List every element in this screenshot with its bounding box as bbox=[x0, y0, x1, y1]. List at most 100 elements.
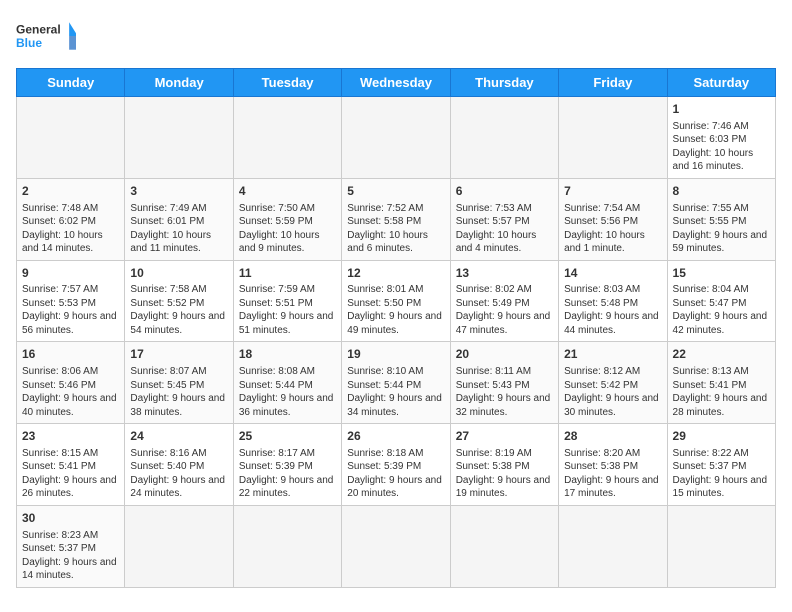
calendar-cell bbox=[233, 505, 341, 587]
calendar-cell: 12Sunrise: 8:01 AM Sunset: 5:50 PM Dayli… bbox=[342, 260, 450, 342]
day-number: 28 bbox=[564, 428, 661, 445]
calendar-week-row: 9Sunrise: 7:57 AM Sunset: 5:53 PM Daylig… bbox=[17, 260, 776, 342]
day-info: Sunrise: 7:49 AM Sunset: 6:01 PM Dayligh… bbox=[130, 202, 227, 256]
calendar-cell bbox=[17, 97, 125, 179]
day-header-wednesday: Wednesday bbox=[342, 69, 450, 97]
logo-svg: General Blue bbox=[16, 16, 76, 56]
calendar-cell: 1Sunrise: 7:46 AM Sunset: 6:03 PM Daylig… bbox=[667, 97, 775, 179]
day-info: Sunrise: 7:54 AM Sunset: 5:56 PM Dayligh… bbox=[564, 202, 661, 256]
calendar-cell: 28 Sunrise: 8:20 AM Sunset: 5:38 PM Dayli… bbox=[559, 424, 667, 506]
day-number: 27 bbox=[456, 428, 553, 445]
calendar-week-row: 1Sunrise: 7:46 AM Sunset: 6:03 PM Daylig… bbox=[17, 97, 776, 179]
day-number: 17 bbox=[130, 346, 227, 363]
day-info: Sunrise: 7:50 AM Sunset: 5:59 PM Dayligh… bbox=[239, 202, 336, 256]
calendar-week-row: 23Sunrise: 8:15 AM Sunset: 5:41 PM Dayli… bbox=[17, 424, 776, 506]
svg-text:Blue: Blue bbox=[16, 36, 42, 50]
calendar-cell: 7 Sunrise: 7:54 AM Sunset: 5:56 PM Daylig… bbox=[559, 178, 667, 260]
day-number: 3 bbox=[130, 183, 227, 200]
day-info: Sunrise: 8:19 AM Sunset: 5:38 PM Dayligh… bbox=[456, 447, 553, 501]
calendar-cell bbox=[559, 97, 667, 179]
day-info: Sunrise: 8:13 AM Sunset: 5:41 PM Dayligh… bbox=[673, 365, 770, 419]
calendar-cell: 27 Sunrise: 8:19 AM Sunset: 5:38 PM Dayli… bbox=[450, 424, 558, 506]
day-info: Sunrise: 7:48 AM Sunset: 6:02 PM Dayligh… bbox=[22, 202, 119, 256]
day-number: 30 bbox=[22, 510, 119, 527]
calendar-cell: 9Sunrise: 7:57 AM Sunset: 5:53 PM Daylig… bbox=[17, 260, 125, 342]
calendar-header-row: SundayMondayTuesdayWednesdayThursdayFrid… bbox=[17, 69, 776, 97]
calendar-cell bbox=[450, 505, 558, 587]
day-info: Sunrise: 8:12 AM Sunset: 5:42 PM Dayligh… bbox=[564, 365, 661, 419]
day-number: 1 bbox=[673, 101, 770, 118]
day-number: 22 bbox=[673, 346, 770, 363]
day-number: 13 bbox=[456, 265, 553, 282]
calendar-week-row: 30 Sunrise: 8:23 AM Sunset: 5:37 PM Dayli… bbox=[17, 505, 776, 587]
day-header-saturday: Saturday bbox=[667, 69, 775, 97]
calendar-cell: 11Sunrise: 7:59 AM Sunset: 5:51 PM Dayli… bbox=[233, 260, 341, 342]
day-number: 11 bbox=[239, 265, 336, 282]
day-number: 6 bbox=[456, 183, 553, 200]
day-info: Sunrise: 7:57 AM Sunset: 5:53 PM Dayligh… bbox=[22, 283, 119, 337]
day-number: 4 bbox=[239, 183, 336, 200]
calendar-cell bbox=[342, 97, 450, 179]
day-info: Sunrise: 8:02 AM Sunset: 5:49 PM Dayligh… bbox=[456, 283, 553, 337]
day-info: Sunrise: 8:04 AM Sunset: 5:47 PM Dayligh… bbox=[673, 283, 770, 337]
day-number: 5 bbox=[347, 183, 444, 200]
day-number: 20 bbox=[456, 346, 553, 363]
day-number: 25 bbox=[239, 428, 336, 445]
calendar-cell: 8Sunrise: 7:55 AM Sunset: 5:55 PM Daylig… bbox=[667, 178, 775, 260]
calendar-cell bbox=[342, 505, 450, 587]
calendar-cell: 14Sunrise: 8:03 AM Sunset: 5:48 PM Dayli… bbox=[559, 260, 667, 342]
day-info: Sunrise: 8:07 AM Sunset: 5:45 PM Dayligh… bbox=[130, 365, 227, 419]
calendar-cell bbox=[125, 505, 233, 587]
day-header-monday: Monday bbox=[125, 69, 233, 97]
day-info: Sunrise: 8:16 AM Sunset: 5:40 PM Dayligh… bbox=[130, 447, 227, 501]
day-number: 21 bbox=[564, 346, 661, 363]
calendar-cell: 17 Sunrise: 8:07 AM Sunset: 5:45 PM Dayli… bbox=[125, 342, 233, 424]
calendar-cell bbox=[450, 97, 558, 179]
calendar-cell: 15Sunrise: 8:04 AM Sunset: 5:47 PM Dayli… bbox=[667, 260, 775, 342]
day-header-friday: Friday bbox=[559, 69, 667, 97]
day-info: Sunrise: 8:22 AM Sunset: 5:37 PM Dayligh… bbox=[673, 447, 770, 501]
day-header-tuesday: Tuesday bbox=[233, 69, 341, 97]
calendar-cell: 13Sunrise: 8:02 AM Sunset: 5:49 PM Dayli… bbox=[450, 260, 558, 342]
logo: General Blue bbox=[16, 16, 76, 56]
calendar-cell: 25Sunrise: 8:17 AM Sunset: 5:39 PM Dayli… bbox=[233, 424, 341, 506]
calendar-cell: 21 Sunrise: 8:12 AM Sunset: 5:42 PM Dayli… bbox=[559, 342, 667, 424]
calendar-week-row: 2 Sunrise: 7:48 AM Sunset: 6:02 PM Daylig… bbox=[17, 178, 776, 260]
calendar-cell: 2 Sunrise: 7:48 AM Sunset: 6:02 PM Daylig… bbox=[17, 178, 125, 260]
day-info: Sunrise: 7:59 AM Sunset: 5:51 PM Dayligh… bbox=[239, 283, 336, 337]
day-number: 19 bbox=[347, 346, 444, 363]
calendar-cell: 30 Sunrise: 8:23 AM Sunset: 5:37 PM Dayli… bbox=[17, 505, 125, 587]
day-number: 26 bbox=[347, 428, 444, 445]
calendar-cell: 20Sunrise: 8:11 AM Sunset: 5:43 PM Dayli… bbox=[450, 342, 558, 424]
day-number: 7 bbox=[564, 183, 661, 200]
calendar-cell: 29 Sunrise: 8:22 AM Sunset: 5:37 PM Dayli… bbox=[667, 424, 775, 506]
day-info: Sunrise: 8:23 AM Sunset: 5:37 PM Dayligh… bbox=[22, 529, 119, 583]
day-number: 16 bbox=[22, 346, 119, 363]
calendar-cell: 22 Sunrise: 8:13 AM Sunset: 5:41 PM Dayli… bbox=[667, 342, 775, 424]
day-info: Sunrise: 8:18 AM Sunset: 5:39 PM Dayligh… bbox=[347, 447, 444, 501]
day-info: Sunrise: 8:01 AM Sunset: 5:50 PM Dayligh… bbox=[347, 283, 444, 337]
calendar-cell: 10Sunrise: 7:58 AM Sunset: 5:52 PM Dayli… bbox=[125, 260, 233, 342]
day-number: 24 bbox=[130, 428, 227, 445]
day-number: 18 bbox=[239, 346, 336, 363]
day-info: Sunrise: 8:20 AM Sunset: 5:38 PM Dayligh… bbox=[564, 447, 661, 501]
day-number: 9 bbox=[22, 265, 119, 282]
day-number: 14 bbox=[564, 265, 661, 282]
calendar-cell: 6Sunrise: 7:53 AM Sunset: 5:57 PM Daylig… bbox=[450, 178, 558, 260]
day-info: Sunrise: 8:15 AM Sunset: 5:41 PM Dayligh… bbox=[22, 447, 119, 501]
calendar-cell: 24 Sunrise: 8:16 AM Sunset: 5:40 PM Dayli… bbox=[125, 424, 233, 506]
calendar-cell: 19 Sunrise: 8:10 AM Sunset: 5:44 PM Dayli… bbox=[342, 342, 450, 424]
calendar-cell: 5 Sunrise: 7:52 AM Sunset: 5:58 PM Daylig… bbox=[342, 178, 450, 260]
page-header: General Blue bbox=[16, 16, 776, 56]
calendar-cell bbox=[559, 505, 667, 587]
calendar-table: SundayMondayTuesdayWednesdayThursdayFrid… bbox=[16, 68, 776, 588]
day-info: Sunrise: 8:10 AM Sunset: 5:44 PM Dayligh… bbox=[347, 365, 444, 419]
day-info: Sunrise: 7:52 AM Sunset: 5:58 PM Dayligh… bbox=[347, 202, 444, 256]
day-header-thursday: Thursday bbox=[450, 69, 558, 97]
day-number: 15 bbox=[673, 265, 770, 282]
day-info: Sunrise: 8:03 AM Sunset: 5:48 PM Dayligh… bbox=[564, 283, 661, 337]
calendar-cell: 4 Sunrise: 7:50 AM Sunset: 5:59 PM Daylig… bbox=[233, 178, 341, 260]
day-number: 2 bbox=[22, 183, 119, 200]
day-info: Sunrise: 7:55 AM Sunset: 5:55 PM Dayligh… bbox=[673, 202, 770, 256]
day-number: 29 bbox=[673, 428, 770, 445]
